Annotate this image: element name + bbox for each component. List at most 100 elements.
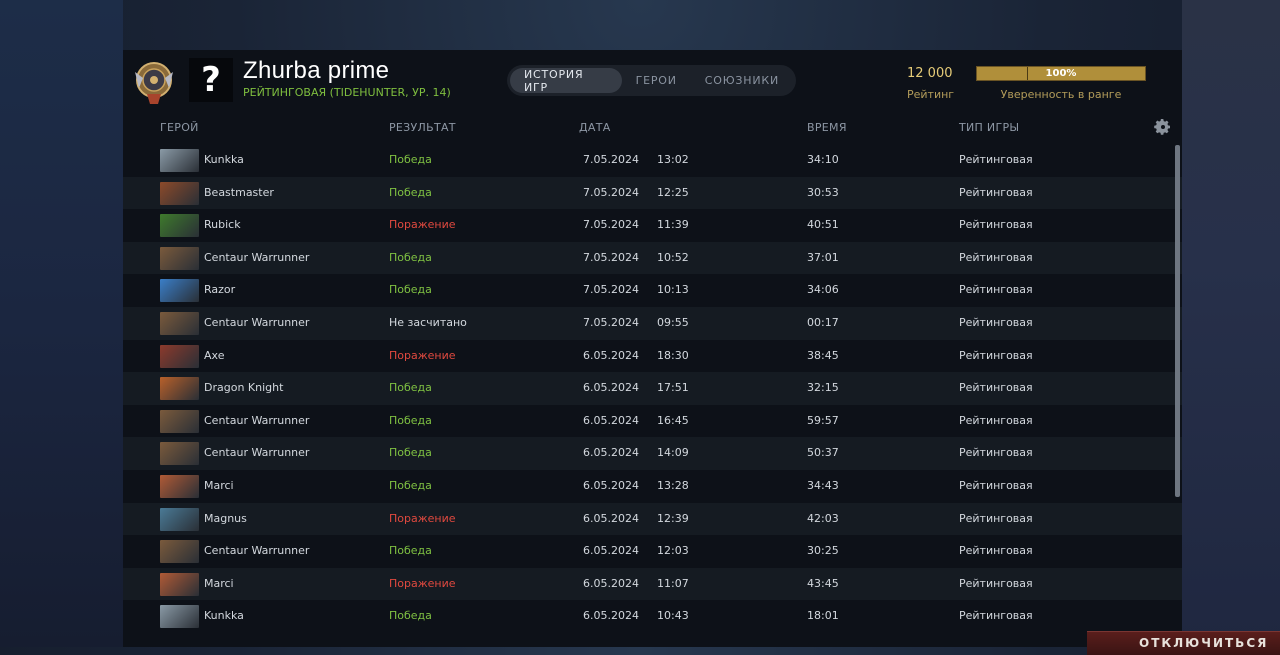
rating-value: 12 000 xyxy=(907,66,953,81)
match-result: Не засчитано xyxy=(389,315,467,329)
hero-portrait-icon xyxy=(160,540,199,564)
match-result: Победа xyxy=(389,478,432,492)
match-time: 16:45 xyxy=(657,413,689,427)
match-result: Поражение xyxy=(389,218,456,232)
table-row[interactable]: Kunkka Победа 7.05.2024 13:02 34:10 Рейтингов… xyxy=(123,144,1182,177)
hero-name: Razor xyxy=(204,283,236,297)
disconnect-button[interactable]: ОТКЛЮЧИТЬСЯ xyxy=(1087,631,1280,655)
match-result: Победа xyxy=(389,446,432,460)
table-row[interactable]: Kunkka Победа 6.05.2024 10:43 18:01 Рейтингов… xyxy=(123,600,1182,633)
hero-name: Marci xyxy=(204,576,234,590)
rating-label: Рейтинг xyxy=(907,88,955,101)
match-time: 14:09 xyxy=(657,446,689,460)
match-date: 6.05.2024 xyxy=(583,511,639,525)
match-result: Поражение xyxy=(389,511,456,525)
tab-heroes[interactable]: ГЕРОИ xyxy=(622,68,691,93)
hero-name: Centaur Warrunner xyxy=(204,250,310,264)
match-game-type: Рейтинговая xyxy=(959,544,1033,558)
table-row[interactable]: Dragon Knight Победа 6.05.2024 17:51 32:15 Ре… xyxy=(123,372,1182,405)
gear-icon[interactable] xyxy=(1154,118,1172,136)
match-duration: 50:37 xyxy=(807,446,839,460)
table-row[interactable]: Razor Победа 7.05.2024 10:13 34:06 Рейтингова… xyxy=(123,274,1182,307)
column-header-date[interactable]: ДАТА xyxy=(579,121,611,134)
match-game-type: Рейтинговая xyxy=(959,609,1033,623)
hero-portrait-icon xyxy=(160,149,199,172)
tab-match-history[interactable]: ИСТОРИЯ ИГР xyxy=(510,68,622,94)
avatar-glyph: ? xyxy=(201,60,221,100)
match-game-type: Рейтинговая xyxy=(959,250,1033,264)
match-result: Победа xyxy=(389,609,432,623)
profile-header: ? Zhurba prime РЕЙТИНГОВАЯ (TIDEHUNTER, … xyxy=(123,50,1182,110)
hero-name: Axe xyxy=(204,348,225,362)
rank-confidence-label: Уверенность в ранге xyxy=(1000,88,1122,101)
match-date: 7.05.2024 xyxy=(583,283,639,297)
match-date: 6.05.2024 xyxy=(583,576,639,590)
match-duration: 42:03 xyxy=(807,511,839,525)
match-date: 7.05.2024 xyxy=(583,218,639,232)
table-row[interactable]: Beastmaster Победа 7.05.2024 12:25 30:53 Рейт… xyxy=(123,176,1182,210)
match-duration: 34:06 xyxy=(807,283,839,297)
match-date: 6.05.2024 xyxy=(583,413,639,427)
hero-portrait-icon xyxy=(160,181,199,205)
match-time: 12:25 xyxy=(657,185,689,199)
match-date: 7.05.2024 xyxy=(583,185,639,199)
match-date: 6.05.2024 xyxy=(583,446,639,460)
player-name[interactable]: Zhurba prime xyxy=(243,57,389,85)
match-time: 17:51 xyxy=(657,381,689,395)
table-row[interactable]: Centaur Warrunner Победа 6.05.2024 12:03 30:… xyxy=(123,535,1182,568)
match-game-type: Рейтинговая xyxy=(959,478,1033,492)
hero-name: Dragon Knight xyxy=(204,381,284,395)
hero-name: Beastmaster xyxy=(204,185,274,199)
tab-bar: ИСТОРИЯ ИГР ГЕРОИ СОЮЗНИКИ xyxy=(507,65,796,96)
column-header-hero[interactable]: ГЕРОЙ xyxy=(160,121,199,134)
rank-confidence-value: 100% xyxy=(1045,68,1077,79)
match-time: 13:02 xyxy=(657,153,689,166)
column-header-result[interactable]: РЕЗУЛЬТАТ xyxy=(389,121,456,134)
match-time: 12:39 xyxy=(657,511,689,525)
table-row[interactable]: Centaur Warrunner Победа 6.05.2024 16:45 59:… xyxy=(123,405,1182,438)
hero-name: Rubick xyxy=(204,218,241,232)
match-result: Победа xyxy=(389,544,432,558)
hero-portrait-icon xyxy=(160,474,199,498)
match-game-type: Рейтинговая xyxy=(959,576,1033,590)
table-row[interactable]: Centaur Warrunner Победа 7.05.2024 10:52 37:… xyxy=(123,241,1182,275)
match-duration: 40:51 xyxy=(807,218,839,232)
table-row[interactable]: Axe Поражение 6.05.2024 18:30 38:45 Рейтингов… xyxy=(123,340,1182,373)
match-duration: 00:17 xyxy=(807,315,839,329)
table-row[interactable]: Marci Победа 6.05.2024 13:28 34:43 Рейтингова… xyxy=(123,470,1182,503)
column-header-duration[interactable]: ВРЕМЯ xyxy=(807,121,847,134)
hero-portrait-icon xyxy=(160,572,199,596)
match-duration: 59:57 xyxy=(807,413,839,427)
match-date: 6.05.2024 xyxy=(583,478,639,492)
match-time: 10:52 xyxy=(657,250,689,264)
table-row[interactable]: Marci Поражение 6.05.2024 11:07 43:45 Рейтинг… xyxy=(123,567,1182,601)
match-date: 7.05.2024 xyxy=(583,315,639,329)
hero-name: Magnus xyxy=(204,511,247,525)
avatar[interactable]: ? xyxy=(189,58,233,102)
match-duration: 43:45 xyxy=(807,576,839,590)
rank-medal-icon[interactable] xyxy=(131,58,177,108)
hero-name: Centaur Warrunner xyxy=(204,315,310,329)
hero-portrait-icon xyxy=(160,409,199,433)
table-row[interactable]: Centaur Warrunner Не засчитано 7.05.2024 09… xyxy=(123,306,1182,340)
match-result: Победа xyxy=(389,283,432,297)
tab-allies[interactable]: СОЮЗНИКИ xyxy=(691,68,793,93)
table-row[interactable]: Rubick Поражение 7.05.2024 11:39 40:51 Рейтин… xyxy=(123,209,1182,242)
hero-name: Centaur Warrunner xyxy=(204,413,310,427)
match-history-panel: ? Zhurba prime РЕЙТИНГОВАЯ (TIDEHUNTER, … xyxy=(123,50,1182,647)
match-result: Победа xyxy=(389,250,432,264)
scrollbar[interactable] xyxy=(1175,145,1180,497)
hero-portrait-icon xyxy=(160,246,199,270)
match-duration: 38:45 xyxy=(807,348,839,362)
hero-portrait-icon xyxy=(160,377,199,401)
match-duration: 30:53 xyxy=(807,185,839,199)
match-date: 6.05.2024 xyxy=(583,348,639,362)
hero-portrait-icon xyxy=(160,214,199,238)
table-row[interactable]: Magnus Поражение 6.05.2024 12:39 42:03 Рейтин… xyxy=(123,502,1182,536)
table-row[interactable]: Centaur Warrunner Победа 6.05.2024 14:09 50:… xyxy=(123,437,1182,470)
match-game-type: Рейтинговая xyxy=(959,218,1033,232)
column-header-game-type[interactable]: ТИП ИГРЫ xyxy=(959,121,1019,134)
match-time: 13:28 xyxy=(657,478,689,492)
hero-portrait-icon xyxy=(160,344,199,368)
hero-name: Centaur Warrunner xyxy=(204,544,310,558)
